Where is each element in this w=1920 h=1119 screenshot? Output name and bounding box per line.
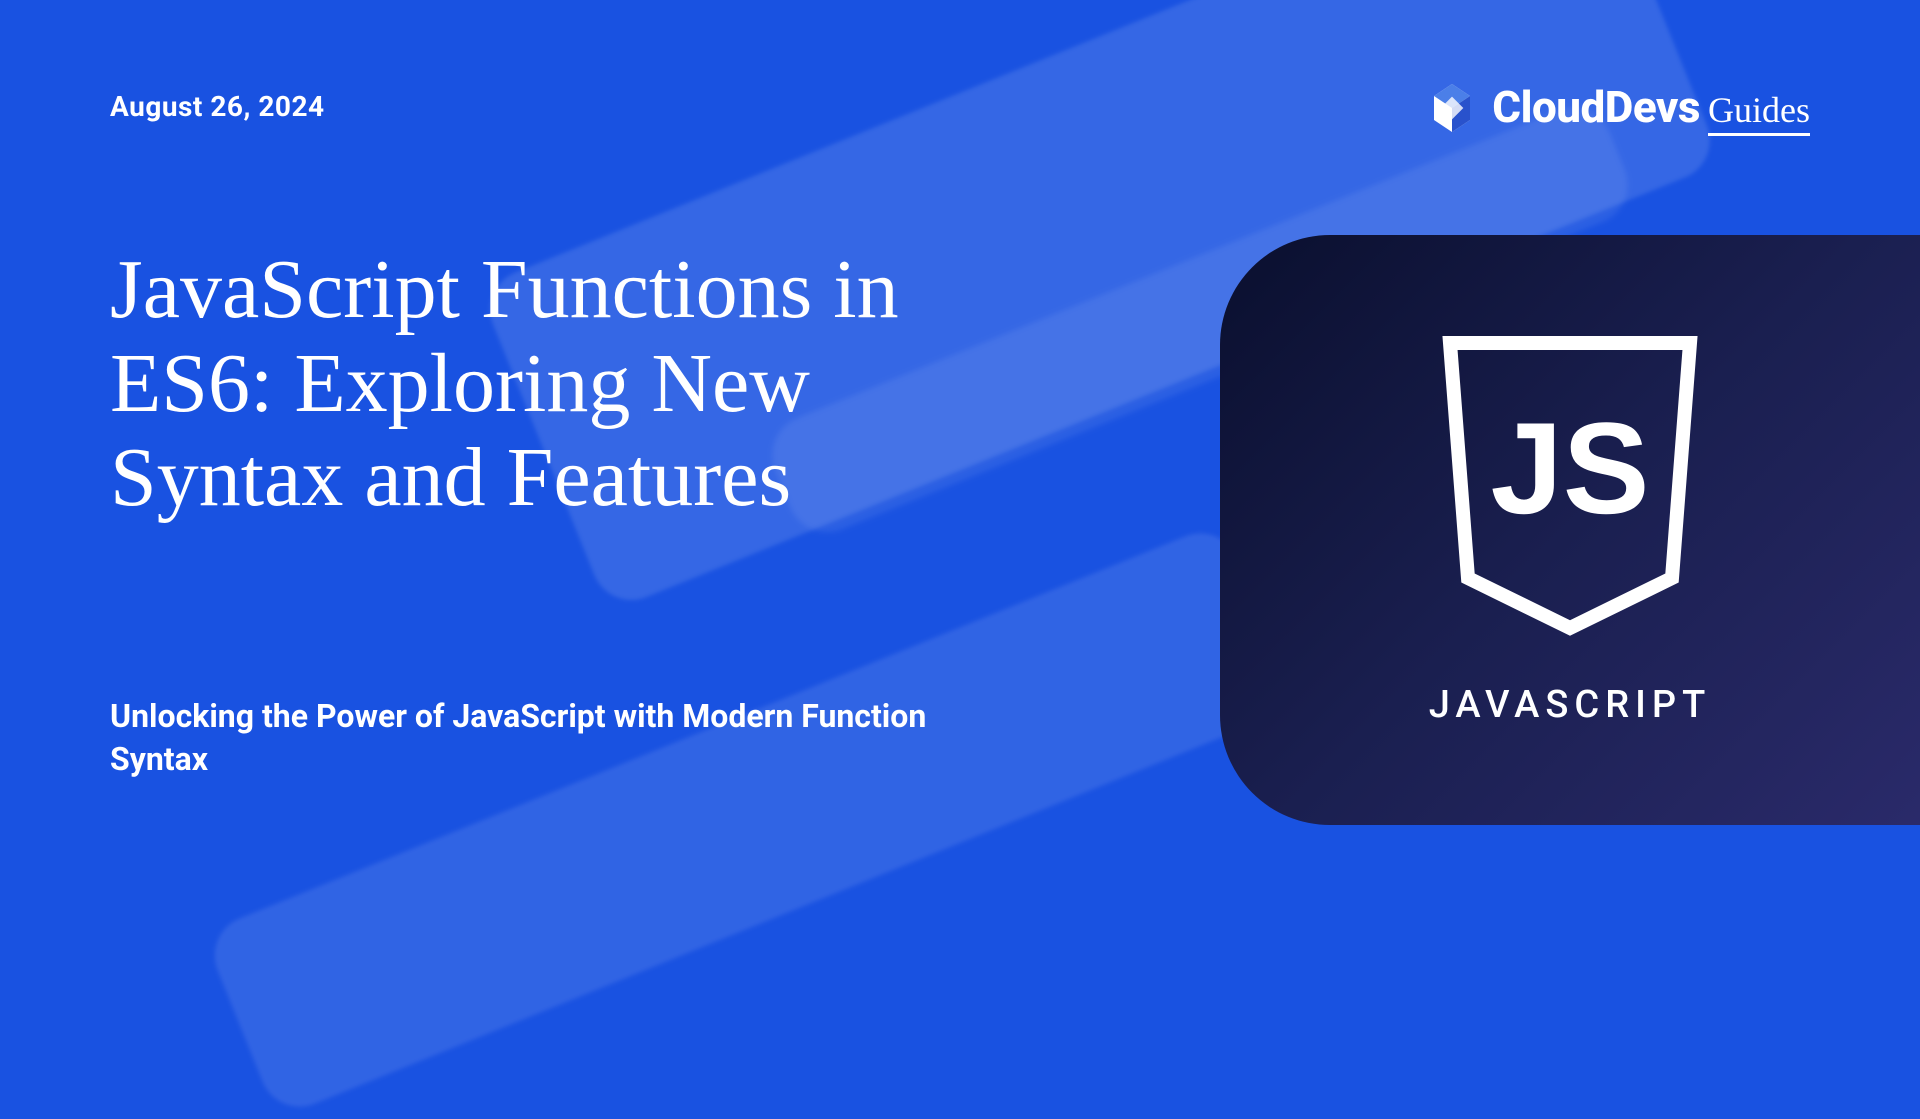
page-subtitle: Unlocking the Power of JavaScript with M… bbox=[110, 695, 1010, 781]
page-title: JavaScript Functions in ES6: Exploring N… bbox=[110, 243, 990, 525]
publish-date: August 26, 2024 bbox=[110, 90, 1810, 123]
